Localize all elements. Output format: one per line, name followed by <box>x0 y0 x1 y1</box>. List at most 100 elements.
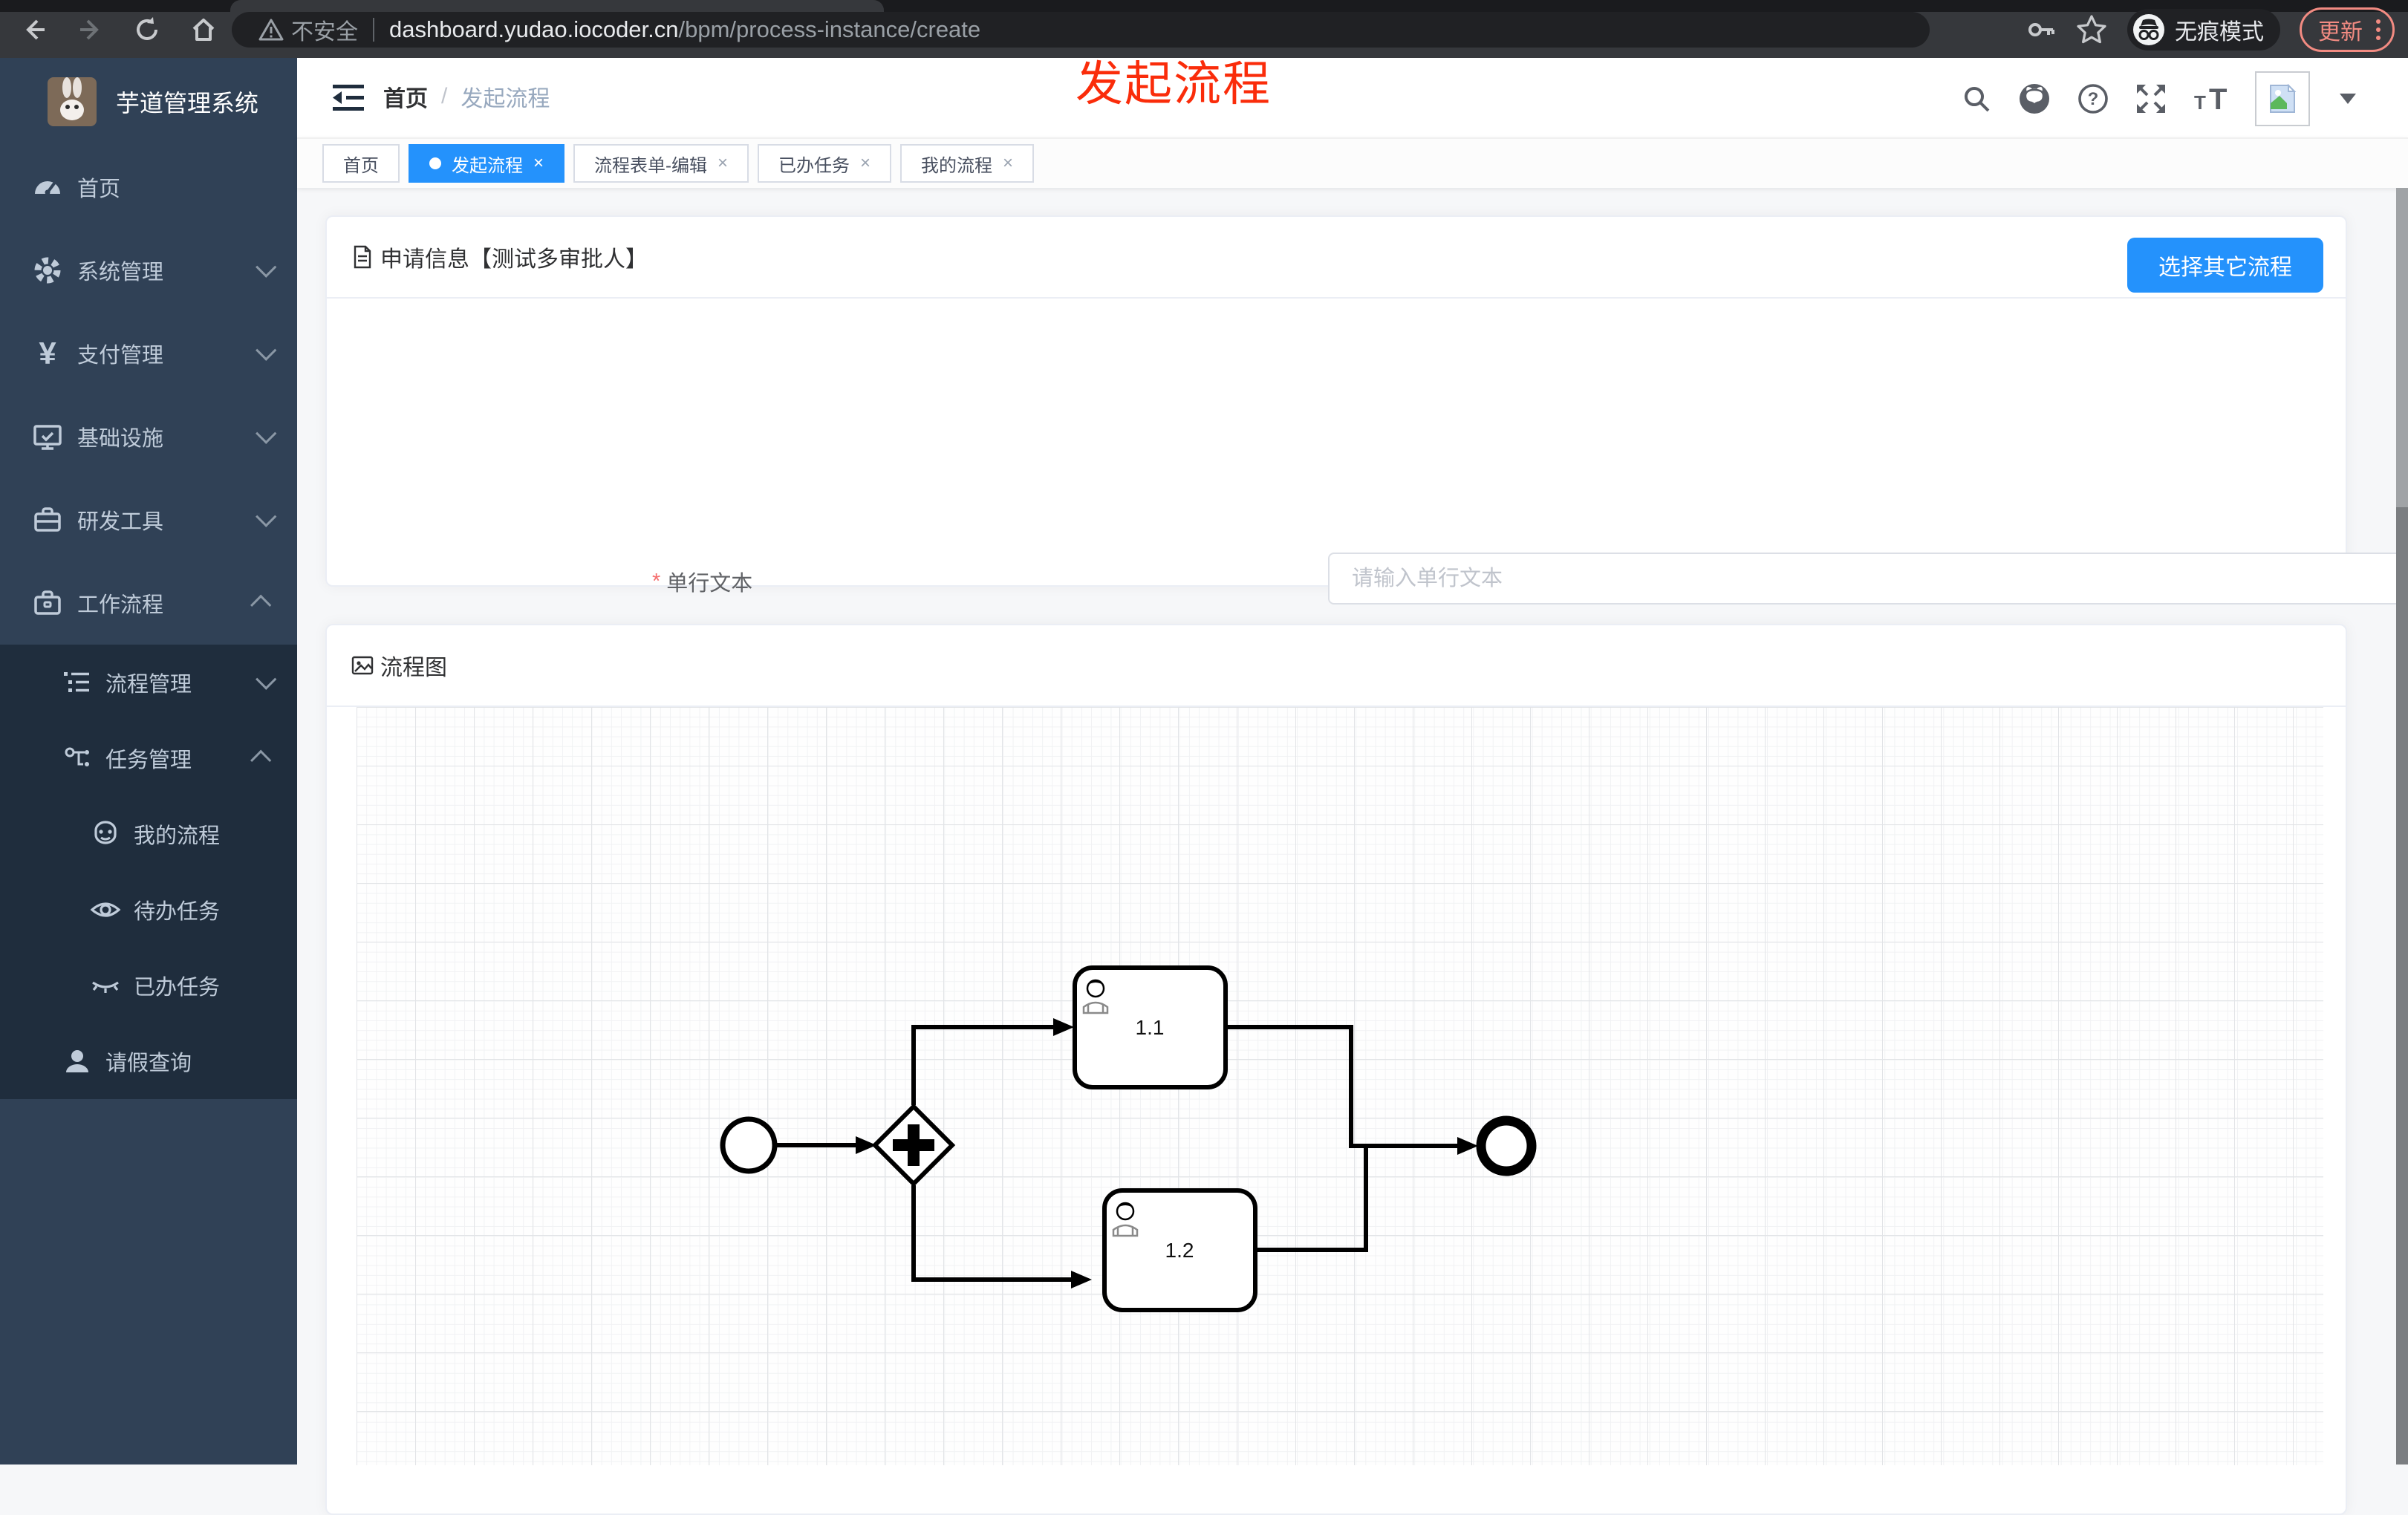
url-bar[interactable]: 不安全 dashboard.yudao.iocoder.cn/bpm/proce… <box>232 12 1930 48</box>
apply-info-header: 申请信息【测试多审批人】 <box>327 217 2346 299</box>
sidebar-item-home[interactable]: 首页 <box>0 146 297 229</box>
sidebar-item-label: 研发工具 <box>77 510 164 534</box>
apply-info-card: 申请信息【测试多审批人】 选择其它流程 * 单行文本 * 多选框组 选项一 选项… <box>325 215 2408 774</box>
chevron-down-icon <box>256 423 277 444</box>
chevron-up-icon <box>250 749 272 771</box>
font-size-icon[interactable]: TT <box>2193 82 2230 115</box>
browser-actions: 无痕模式 更新 <box>2026 7 2395 52</box>
svg-text:T: T <box>2209 83 2227 115</box>
incognito-label: 无痕模式 <box>2175 20 2264 45</box>
sidebar-item-label: 系统管理 <box>77 261 164 284</box>
branch-icon <box>61 742 94 775</box>
diagram-header: 流程图 <box>327 625 2346 707</box>
svg-text:T: T <box>2194 91 2206 114</box>
sidebar-collapse-icon[interactable] <box>331 82 365 114</box>
bpmn-user-task-1-2[interactable]: 1.2 <box>1102 1188 1257 1312</box>
help-icon[interactable]: ? <box>2077 82 2109 115</box>
tab-home[interactable]: 首页 <box>322 144 400 183</box>
update-button[interactable]: 更新 <box>2300 7 2395 52</box>
close-icon[interactable]: × <box>1003 153 1013 174</box>
toolbox-icon <box>31 504 64 536</box>
chevron-down-icon <box>256 506 277 527</box>
view-tabs: 首页 发起流程 × 流程表单-编辑 × 已办任务 × 我的流程 × <box>297 137 2408 188</box>
bpmn-user-task-1-1[interactable]: 1.1 <box>1073 965 1228 1089</box>
sidebar-item-system[interactable]: 系统管理 <box>0 229 297 312</box>
tree-list-icon <box>61 666 94 699</box>
search-icon[interactable] <box>1961 83 1992 114</box>
sidebar-item-payment[interactable]: ¥ 支付管理 <box>0 312 297 395</box>
app-logo-row[interactable]: 芋道管理系统 <box>0 58 297 146</box>
bpmn-end-event[interactable] <box>1476 1115 1537 1176</box>
scrollbar-thumb[interactable] <box>2396 188 2408 507</box>
github-icon[interactable] <box>2017 82 2051 116</box>
single-line-text-input[interactable] <box>1328 553 2408 605</box>
sidebar-item-label: 我的流程 <box>134 824 221 848</box>
chevron-up-icon <box>250 594 272 616</box>
tab-my-process[interactable]: 我的流程 × <box>900 144 1035 183</box>
bpmn-start-event[interactable] <box>720 1116 778 1174</box>
field-label: 单行文本 <box>666 572 753 596</box>
avatar[interactable] <box>2255 71 2310 126</box>
sidebar-item-workflow[interactable]: 工作流程 <box>0 561 297 645</box>
sidebar-item-label: 基础设施 <box>77 427 164 451</box>
incognito-icon <box>2133 14 2164 45</box>
form-row-text: * 单行文本 <box>652 553 2408 605</box>
security-label: 不安全 <box>291 20 358 45</box>
page: 不安全 dashboard.yudao.iocoder.cn/bpm/proce… <box>0 0 2408 1515</box>
chevron-down-icon <box>256 256 277 278</box>
reload-icon[interactable] <box>131 13 163 46</box>
sidebar-item-todo-tasks[interactable]: 待办任务 <box>0 872 297 948</box>
briefcase-icon <box>31 587 64 619</box>
warning-icon <box>258 19 284 41</box>
sidebar-item-leave-query[interactable]: 请假查询 <box>0 1023 297 1099</box>
browser-active-tab[interactable] <box>230 0 884 12</box>
sidebar-item-label: 已办任务 <box>134 976 221 1000</box>
card-title: 申请信息【测试多审批人】 <box>380 247 648 272</box>
sidebar: 芋道管理系统 首页 系统管理 ¥ 支付管理 基础设施 研发工具 工作流程 流程管… <box>0 58 297 1464</box>
page-scrollbar[interactable] <box>2396 188 2408 1464</box>
key-icon[interactable] <box>2026 15 2056 45</box>
user-icon <box>61 1045 94 1078</box>
sidebar-item-label: 请假查询 <box>105 1052 192 1075</box>
sidebar-item-my-process[interactable]: 我的流程 <box>0 796 297 872</box>
choose-other-process-button[interactable]: 选择其它流程 <box>2127 238 2323 293</box>
sidebar-item-label: 支付管理 <box>77 344 164 368</box>
breadcrumb: 首页 / 发起流程 <box>383 80 550 113</box>
forward-icon[interactable] <box>74 13 107 46</box>
bpmn-canvas[interactable]: 1.1 1.2 <box>357 707 2323 1465</box>
menu-dots-icon[interactable] <box>2376 19 2381 40</box>
sidebar-item-done-tasks[interactable]: 已办任务 <box>0 948 297 1023</box>
update-label: 更新 <box>2318 20 2363 45</box>
fullscreen-icon[interactable] <box>2135 82 2167 115</box>
tab-label: 我的流程 <box>921 155 993 176</box>
monitor-icon <box>31 420 64 453</box>
svg-text:?: ? <box>2088 89 2099 109</box>
rabbit-logo <box>48 77 97 126</box>
tab-start-process[interactable]: 发起流程 × <box>409 144 565 183</box>
sidebar-item-label: 任务管理 <box>105 749 192 772</box>
caret-down-icon[interactable] <box>2340 94 2356 104</box>
tab-form-edit[interactable]: 流程表单-编辑 × <box>573 144 749 183</box>
close-icon[interactable]: × <box>860 153 871 174</box>
home-icon[interactable] <box>187 13 220 46</box>
sidebar-item-devtools[interactable]: 研发工具 <box>0 478 297 561</box>
tab-done-tasks[interactable]: 已办任务 × <box>758 144 892 183</box>
close-icon[interactable]: × <box>533 153 544 174</box>
site-security[interactable]: 不安全 <box>258 13 358 46</box>
sidebar-item-process-mgmt[interactable]: 流程管理 <box>0 645 297 720</box>
tab-label: 已办任务 <box>778 155 850 176</box>
star-icon[interactable] <box>2075 13 2108 46</box>
back-icon[interactable] <box>18 13 51 46</box>
breadcrumb-home[interactable]: 首页 <box>383 80 428 113</box>
bpmn-parallel-gateway[interactable] <box>871 1103 956 1187</box>
chevron-down-icon <box>256 668 277 690</box>
sidebar-item-label: 工作流程 <box>77 593 164 617</box>
sidebar-item-label: 待办任务 <box>134 900 221 924</box>
sidebar-item-label: 流程管理 <box>105 673 192 697</box>
close-icon[interactable]: × <box>717 153 728 174</box>
sidebar-item-label: 首页 <box>77 177 121 201</box>
sidebar-item-task-mgmt[interactable]: 任务管理 <box>0 720 297 796</box>
process-diagram-card: 流程图 1.1 1.2 <box>325 624 2347 1515</box>
sidebar-item-infra[interactable]: 基础设施 <box>0 395 297 478</box>
tab-label: 首页 <box>343 155 379 176</box>
